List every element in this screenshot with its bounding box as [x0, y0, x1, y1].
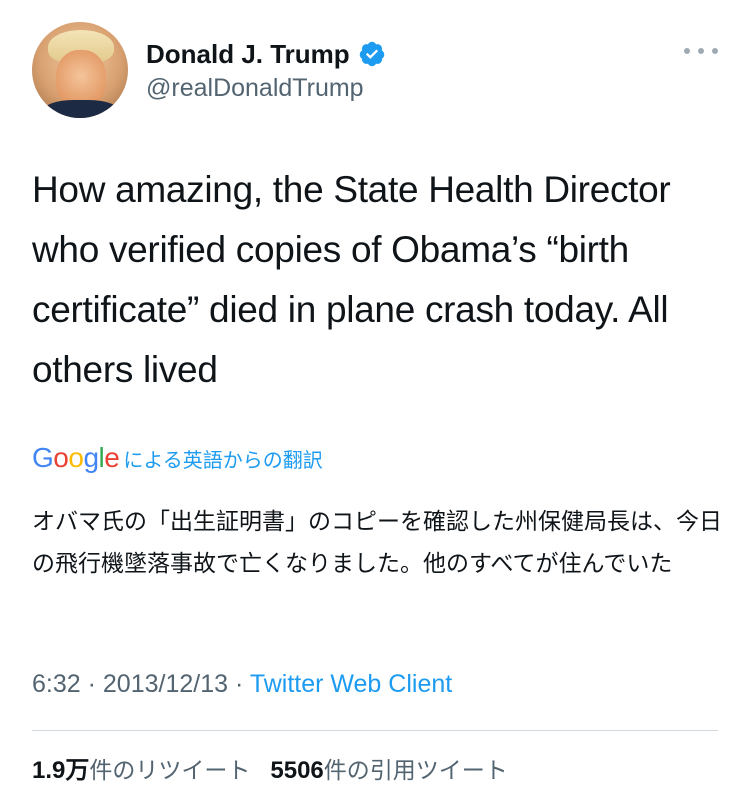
retweets-count: 1.9万 — [32, 757, 90, 784]
quotes-count: 5506 — [270, 757, 324, 784]
more-horizontal-icon[interactable] — [684, 44, 718, 58]
avatar-suit — [42, 100, 120, 118]
meta-separator: · — [87, 670, 96, 698]
more-dot — [712, 48, 718, 54]
tweet-time[interactable]: 6:32 — [32, 670, 81, 698]
user-handle[interactable]: @realDonaldTrump — [146, 74, 364, 103]
tweet-text: How amazing, the State Health Director w… — [32, 169, 671, 390]
translation-label[interactable]: による英語からの翻訳 — [123, 444, 322, 473]
quotes-stat[interactable]: 5506件の引用ツイート — [270, 751, 507, 785]
verified-badge-icon — [359, 41, 384, 67]
meta-separator: · — [234, 670, 244, 698]
avatar[interactable] — [32, 22, 128, 118]
display-name[interactable]: Donald J. Trump — [146, 39, 350, 70]
translation-attribution[interactable]: Google による英語からの翻訳 — [32, 440, 323, 476]
more-dot — [684, 48, 690, 54]
tweet-detail: Donald J. Trump @realDonaldTrump How ama… — [0, 0, 750, 798]
tweet-stats: 1.9万件のリツイート 5506件の引用ツイート — [32, 750, 508, 785]
retweets-label: 件のリツイート — [89, 757, 251, 783]
translated-text: オバマ氏の「出生証明書」のコピーを確認した州保健局長は、今日の飛行機墜落事故で亡… — [32, 508, 722, 576]
name-row[interactable]: Donald J. Trump — [146, 36, 386, 72]
tweet-source-link[interactable]: Twitter Web Client — [250, 670, 452, 698]
tweet-meta: 6:32 · 2013/12/13 · Twitter Web Client — [32, 670, 452, 699]
retweets-stat[interactable]: 1.9万件のリツイート — [32, 750, 250, 785]
more-dot — [698, 48, 704, 54]
divider — [32, 730, 718, 731]
tweet-date[interactable]: 2013/12/13 — [103, 670, 228, 698]
quotes-label: 件の引用ツイート — [323, 757, 508, 783]
google-logo: Google — [32, 442, 120, 473]
